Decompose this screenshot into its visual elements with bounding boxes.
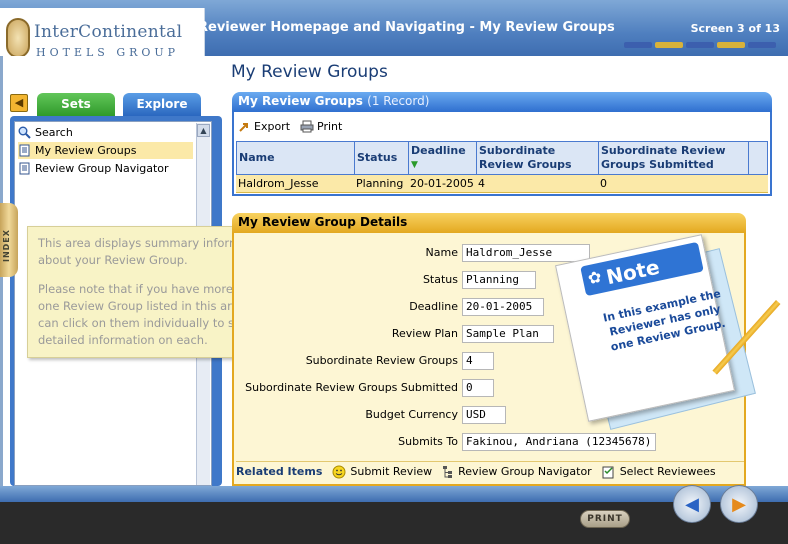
tree-item-label: Search	[35, 126, 73, 139]
record-count: (1 Record)	[367, 94, 430, 108]
tab-sets[interactable]: Sets	[37, 93, 115, 116]
header-tab-5[interactable]	[748, 42, 776, 48]
logo-text-line1: InterContinental	[34, 22, 183, 42]
print-page-button[interactable]: PRINT	[580, 510, 630, 528]
tree-item-label: Review Group Navigator	[35, 162, 169, 175]
related-items-title: Related Items	[236, 465, 323, 478]
tree-item-review-group-navigator[interactable]: Review Group Navigator	[18, 160, 169, 177]
review-groups-table-header: Name Status Deadline ▼ Subordinate Revie…	[236, 141, 768, 175]
hierarchy-icon	[443, 465, 453, 478]
related-items-bar: Related Items Submit Review Review Group…	[236, 461, 744, 481]
page-title: My Review Groups	[231, 62, 388, 82]
column-label: Name	[239, 151, 275, 164]
header-tab-2[interactable]	[655, 42, 683, 48]
table-row[interactable]: Haldrom_Jesse Planning 20-01-2005 4 0	[236, 175, 768, 193]
cell-name: Haldrom_Jesse	[238, 177, 319, 190]
header-tab-1[interactable]	[624, 42, 652, 48]
column-subordinate-submitted[interactable]: Subordinate Review Groups Submitted	[599, 142, 749, 174]
field-value-submits-to: Fakinou, Andriana (12345678)	[462, 433, 656, 451]
field-label-budget-currency: Budget Currency	[365, 408, 458, 421]
note-callout: ✿ Note In this example the Reviewer has …	[555, 234, 756, 430]
export-button[interactable]: Export	[238, 120, 290, 133]
select-reviewees-link[interactable]: Select Reviewees	[602, 465, 716, 479]
field-label-status: Status	[422, 273, 458, 286]
column-label: Deadline	[411, 144, 466, 157]
field-value-subordinate-submitted: 0	[462, 379, 494, 397]
document-icon	[19, 144, 30, 157]
cell-subordinate-submitted: 0	[600, 177, 607, 190]
arrow-right-icon: ▶	[732, 493, 746, 515]
back-arrow-icon[interactable]: ◀	[10, 94, 28, 112]
column-label: Subordinate Review Groups	[479, 144, 572, 171]
tree-item-search[interactable]: Search	[18, 124, 73, 141]
cell-status: Planning	[356, 177, 404, 190]
document-icon	[19, 162, 30, 175]
review-groups-header: My Review Groups (1 Record)	[232, 92, 772, 112]
select-list-icon	[602, 466, 614, 478]
header-tab-4[interactable]	[717, 42, 745, 48]
field-label-review-plan: Review Plan	[391, 327, 458, 340]
scroll-up-icon[interactable]: ▲	[197, 124, 210, 137]
column-name[interactable]: Name	[237, 142, 355, 174]
column-label: Subordinate Review Groups Submitted	[601, 144, 726, 171]
details-header: My Review Group Details	[232, 213, 746, 233]
footer-bar	[0, 486, 788, 502]
previous-button[interactable]: ◀	[673, 485, 711, 523]
field-value-subordinate-groups: 4	[462, 352, 494, 370]
cell-subordinate-groups: 4	[478, 177, 485, 190]
field-label-deadline: Deadline	[409, 300, 458, 313]
field-value-status: Planning	[462, 271, 536, 289]
column-label: Status	[357, 151, 398, 164]
details-title: My Review Group Details	[238, 215, 408, 229]
select-reviewees-label: Select Reviewees	[619, 465, 716, 478]
sort-down-icon: ▼	[411, 160, 418, 170]
field-label-subordinate-submitted: Subordinate Review Groups Submitted	[245, 381, 458, 394]
course-title: Reviewer Homepage and Navigating - My Re…	[198, 20, 615, 35]
export-label: Export	[254, 120, 291, 133]
column-subordinate-review-groups[interactable]: Subordinate Review Groups	[477, 142, 599, 174]
screen-counter: Screen 3 of 13	[690, 22, 780, 35]
review-group-navigator-link[interactable]: Review Group Navigator	[442, 465, 592, 479]
field-value-review-plan: Sample Plan	[462, 325, 554, 343]
smiley-icon	[332, 465, 346, 478]
review-group-navigator-label: Review Group Navigator	[458, 465, 592, 478]
review-groups-title: My Review Groups	[238, 94, 363, 108]
field-label-submits-to: Submits To	[398, 435, 458, 448]
header-tab-3[interactable]	[686, 42, 714, 48]
footer	[0, 502, 788, 544]
field-value-budget-currency: USD	[462, 406, 506, 424]
tree-item-my-review-groups[interactable]: My Review Groups	[18, 142, 193, 159]
field-label-subordinate-groups: Subordinate Review Groups	[305, 354, 458, 367]
print-button[interactable]: Print	[300, 120, 342, 133]
tree-item-label: My Review Groups	[35, 144, 137, 157]
export-icon	[239, 123, 248, 132]
submit-review-link[interactable]: Submit Review	[332, 465, 432, 479]
logo-emblem-icon	[6, 18, 30, 58]
column-deadline[interactable]: Deadline ▼	[409, 142, 477, 174]
column-status[interactable]: Status	[355, 142, 409, 174]
index-label: INDEX	[2, 229, 11, 262]
print-label: Print	[317, 120, 343, 133]
arrow-left-icon: ◀	[685, 493, 699, 515]
field-label-name: Name	[425, 246, 458, 259]
printer-icon	[300, 120, 314, 133]
cell-deadline: 20-01-2005	[410, 177, 474, 190]
review-groups-toolbar: Export Print	[238, 120, 342, 133]
next-button[interactable]: ▶	[720, 485, 758, 523]
search-icon	[18, 126, 31, 139]
field-value-deadline: 20-01-2005	[462, 298, 544, 316]
tab-explore[interactable]: Explore	[123, 93, 201, 116]
submit-review-label: Submit Review	[350, 465, 433, 478]
